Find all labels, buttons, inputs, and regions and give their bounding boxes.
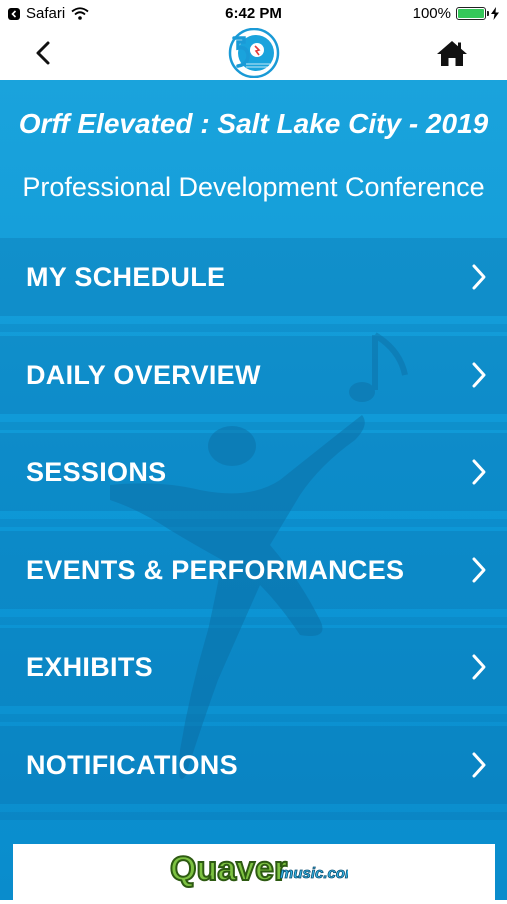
quaver-music-logo[interactable]: Quaver music.com <box>168 844 348 890</box>
chevron-right-icon <box>472 459 486 485</box>
menu-item-label: MY SCHEDULE <box>26 261 226 292</box>
menu-item-my-schedule[interactable]: MY SCHEDULE <box>0 238 507 316</box>
sponsor-logo-text: Quaver <box>170 850 287 888</box>
status-right: 100% <box>413 5 499 22</box>
status-bar: Safari 6:42 PM 100% <box>0 0 507 28</box>
conference-subtitle: Professional Development Conference <box>22 172 485 202</box>
home-icon[interactable] <box>436 39 468 67</box>
divider-strip <box>0 714 507 722</box>
menu-item-exhibits[interactable]: EXHIBITS <box>0 628 507 706</box>
chevron-left-icon[interactable] <box>32 40 58 66</box>
menu-item-label: SESSIONS <box>26 456 167 487</box>
chevron-right-icon <box>472 752 486 778</box>
conference-title: Orff Elevated : Salt Lake City - 2019 <box>18 108 489 139</box>
battery-icon <box>456 7 489 20</box>
battery-fill <box>458 9 484 18</box>
chevron-right-icon <box>472 654 486 680</box>
menu-item-label: EXHIBITS <box>26 651 153 682</box>
sponsor-logo-suffix: music.com <box>280 865 348 882</box>
menu-item-sessions[interactable]: SESSIONS <box>0 433 507 511</box>
nav-bar <box>0 28 507 80</box>
divider-strip <box>0 812 507 820</box>
sponsor-banner[interactable]: Quaver music.com <box>13 844 495 904</box>
divider-strip <box>0 519 507 527</box>
menu-item-label: NOTIFICATIONS <box>26 749 238 780</box>
chevron-right-icon <box>472 362 486 388</box>
menu-item-label: DAILY OVERVIEW <box>26 359 261 390</box>
divider-strip <box>0 324 507 332</box>
charging-bolt-icon <box>491 7 499 20</box>
battery-percent: 100% <box>412 5 451 22</box>
main-content: Orff Elevated : Salt Lake City - 2019 Pr… <box>0 80 507 900</box>
conference-logo <box>228 28 280 78</box>
menu-item-label: EVENTS & PERFORMANCES <box>26 554 405 585</box>
chevron-right-icon <box>472 557 486 583</box>
menu-item-daily-overview[interactable]: DAILY OVERVIEW <box>0 336 507 414</box>
menu-item-notifications[interactable]: NOTIFICATIONS <box>0 726 507 804</box>
chevron-right-icon <box>472 264 486 290</box>
menu-item-events-performances[interactable]: EVENTS & PERFORMANCES <box>0 531 507 609</box>
divider-strip <box>0 617 507 625</box>
divider-strip <box>0 422 507 430</box>
